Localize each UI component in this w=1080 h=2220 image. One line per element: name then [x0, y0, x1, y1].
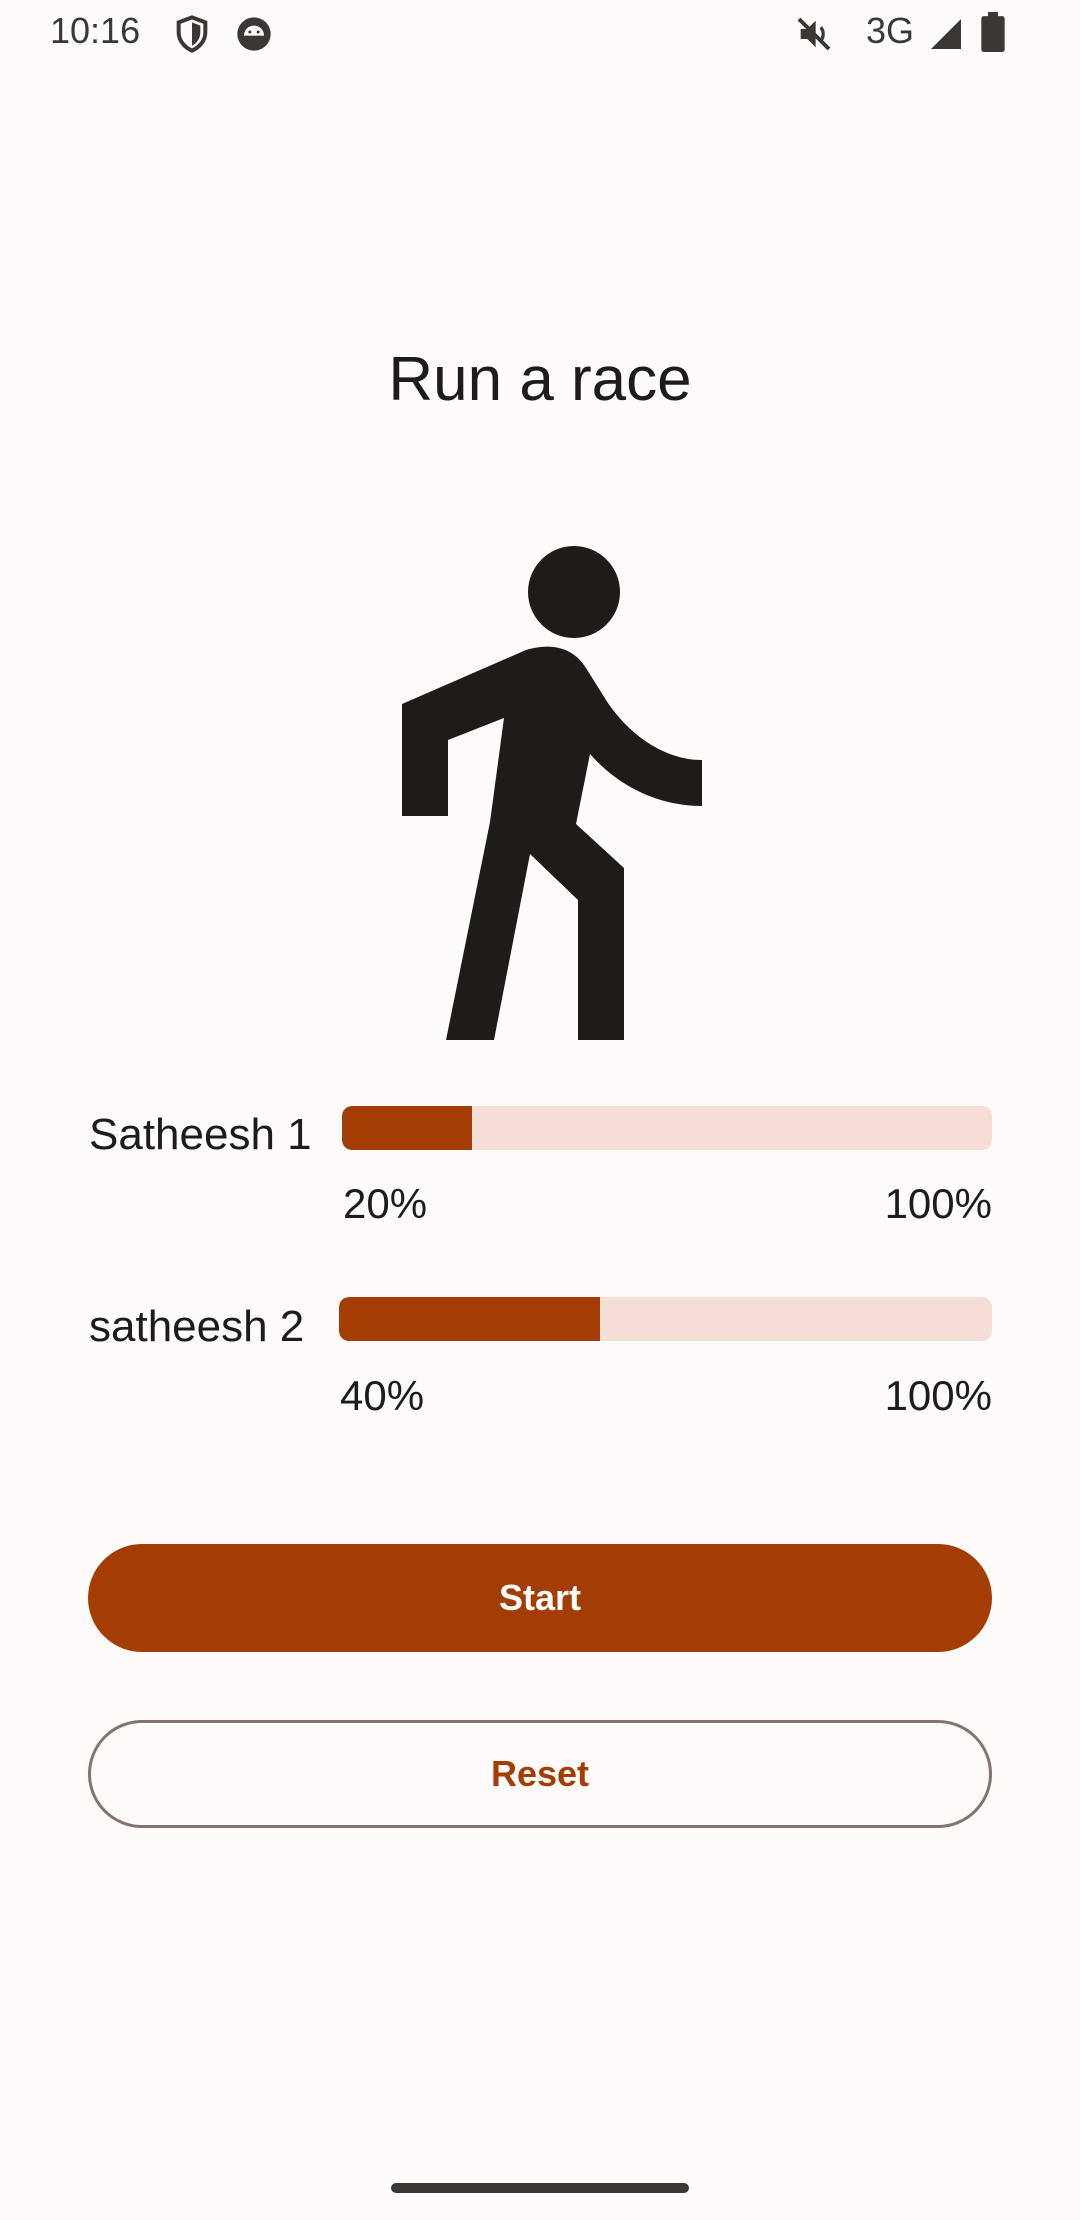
reset-button[interactable]: Reset — [88, 1720, 992, 1828]
progress-percent-label: 20% — [343, 1180, 428, 1227]
android-icon — [234, 14, 274, 54]
shield-icon — [172, 14, 212, 54]
gesture-navigation-bar[interactable] — [391, 2183, 689, 2193]
progress-percent-label: 40% — [340, 1372, 425, 1419]
racer-progress-bar — [342, 1106, 992, 1150]
progress-max-label: 100% — [884, 1180, 992, 1227]
racer-progress-bar — [339, 1297, 992, 1341]
network-type: 3G — [866, 10, 915, 51]
racer-name: Satheesh 1 — [89, 1110, 312, 1159]
directions-walk-icon — [402, 544, 702, 1040]
racer-progress-fill — [339, 1297, 601, 1341]
status-time: 10:16 — [50, 10, 141, 51]
racer-progress-fill — [342, 1106, 472, 1150]
race-screen: 10:16 3G Run a race Satheesh 1 20% 100% … — [0, 0, 1080, 2220]
battery-icon — [980, 12, 1006, 53]
status-bar: 10:16 3G — [0, 0, 1080, 66]
start-button[interactable]: Start — [88, 1544, 992, 1652]
mute-icon — [794, 14, 834, 54]
racer-name: satheesh 2 — [89, 1302, 305, 1351]
progress-max-label: 100% — [884, 1372, 992, 1419]
signal-icon — [928, 16, 964, 52]
page-title: Run a race — [388, 345, 692, 414]
